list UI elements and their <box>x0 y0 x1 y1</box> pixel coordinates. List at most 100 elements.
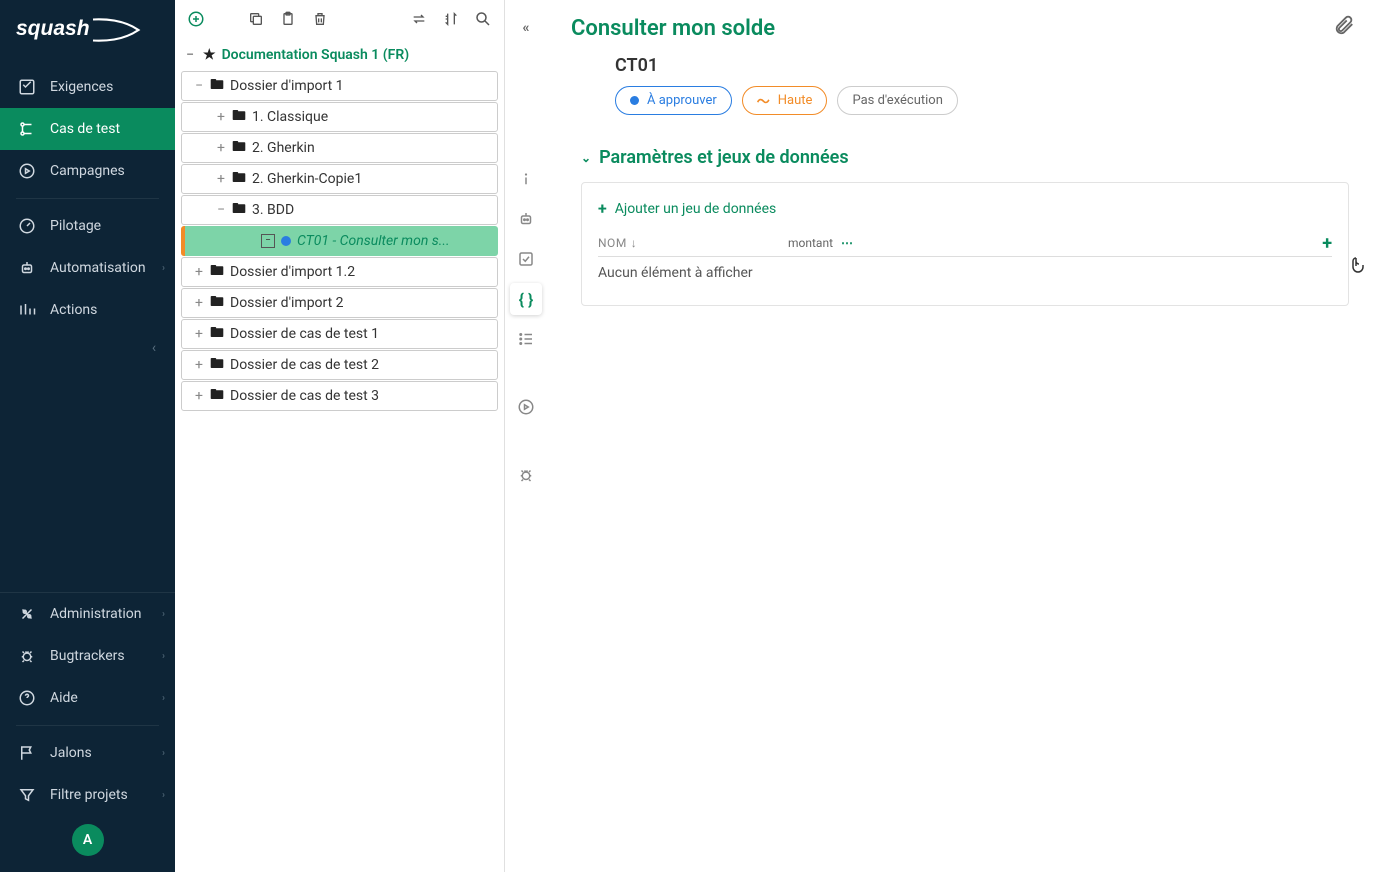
section-toggle[interactable]: ⌄ Paramètres et jeux de données <box>581 147 1349 168</box>
status-dot-icon <box>281 236 291 246</box>
priority-icon: 〜 <box>757 91 770 110</box>
folder-icon: 🖿 <box>232 105 246 129</box>
paste-button[interactable] <box>277 8 299 30</box>
execution-tab[interactable] <box>510 391 542 423</box>
avatar[interactable]: A <box>72 824 104 856</box>
column-more-button[interactable]: ⋯ <box>841 236 853 250</box>
column-nom[interactable]: NOM ↓ <box>598 236 788 250</box>
collapse-sidebar-icon[interactable]: ‹ <box>145 339 163 357</box>
collapse-panel-button[interactable]: « <box>510 12 542 44</box>
chevron-right-icon: › <box>162 651 165 662</box>
nav-administration[interactable]: Administration › <box>0 593 175 635</box>
tree-folder[interactable]: + 🖿 Dossier d'import 2 <box>181 288 498 318</box>
info-tab[interactable] <box>510 163 542 195</box>
star-icon: ★ <box>203 47 216 63</box>
tree-label: 1. Classique <box>252 109 491 125</box>
col-label: NOM <box>598 236 627 250</box>
page-title: Consulter mon solde <box>571 16 775 41</box>
copy-button[interactable] <box>245 8 267 30</box>
nav-label: Aide <box>50 690 78 706</box>
expand-icon[interactable]: + <box>192 327 206 341</box>
robot-tab[interactable] <box>510 203 542 235</box>
dot-icon <box>630 96 639 105</box>
tree-label: Dossier de cas de test 1 <box>230 326 491 342</box>
expand-icon[interactable]: + <box>214 110 228 124</box>
folder-icon: 🖿 <box>210 74 224 98</box>
steps-tab[interactable] <box>510 323 542 355</box>
nav-automatisation[interactable]: Automatisation › <box>0 247 175 289</box>
parameters-tab[interactable]: { } <box>510 283 542 315</box>
nav-label: Exigences <box>50 79 113 95</box>
tree-label: Documentation Squash 1 (FR) <box>222 47 492 63</box>
detail-tabs: « { } <box>505 0 547 872</box>
nav-label: Bugtrackers <box>50 648 125 664</box>
expand-icon[interactable]: + <box>192 265 206 279</box>
requirements-icon <box>18 78 36 96</box>
tree-label: CT01 - Consulter mon s... <box>297 233 492 249</box>
tree-folder[interactable]: + 🖿 Dossier de cas de test 2 <box>181 350 498 380</box>
chevron-right-icon: › <box>162 693 165 704</box>
add-dataset-button[interactable]: + Ajouter un jeu de données <box>598 199 1332 230</box>
nav-jalons[interactable]: Jalons › <box>0 732 175 774</box>
add-dataset-label: Ajouter un jeu de données <box>615 201 777 217</box>
plus-icon: + <box>598 199 607 218</box>
nav-exigences[interactable]: Exigences <box>0 66 175 108</box>
priority-badge[interactable]: 〜 Haute <box>742 86 828 115</box>
tree-panel: − ★ Documentation Squash 1 (FR) − 🖿 Doss… <box>175 0 505 872</box>
tree-label: Dossier d'import 1 <box>230 78 491 94</box>
folder-icon: 🖿 <box>232 167 246 191</box>
sort-button[interactable] <box>440 8 462 30</box>
delete-button[interactable] <box>309 8 331 30</box>
folder-icon: 🖿 <box>232 136 246 160</box>
swap-button[interactable] <box>408 8 430 30</box>
issues-tab[interactable] <box>510 459 542 491</box>
search-button[interactable] <box>472 8 494 30</box>
tree-folder[interactable]: + 🖿 2. Gherkin <box>181 133 498 163</box>
svg-text:squash: squash <box>16 17 90 40</box>
nav-campagnes[interactable]: Campagnes <box>0 150 175 192</box>
nav-cas-de-test[interactable]: Cas de test <box>0 108 175 150</box>
nav-filtre-projets[interactable]: Filtre projets › <box>0 774 175 816</box>
bug-icon <box>18 647 36 665</box>
tree-folder[interactable]: + 🖿 Dossier de cas de test 3 <box>181 381 498 411</box>
settings-icon <box>18 605 36 623</box>
tree-project[interactable]: − ★ Documentation Squash 1 (FR) <box>181 40 498 70</box>
datasets-card: + Ajouter un jeu de données NOM ↓ montan… <box>581 182 1349 306</box>
tree-label: Dossier d'import 1.2 <box>230 264 491 280</box>
tree-folder[interactable]: + 🖿 Dossier d'import 1.2 <box>181 257 498 287</box>
check-tab[interactable] <box>510 243 542 275</box>
status-badge[interactable]: À approuver <box>615 86 732 115</box>
tree-label: 3. BDD <box>252 202 491 218</box>
logo[interactable]: squash <box>0 0 175 66</box>
tree-folder[interactable]: − 🖿 Dossier d'import 1 <box>181 71 498 101</box>
nav-label: Jalons <box>50 745 92 761</box>
execution-badge[interactable]: Pas d'exécution <box>837 86 957 115</box>
badge-label: Pas d'exécution <box>852 93 942 108</box>
tree-label: Dossier d'import 2 <box>230 295 491 311</box>
nav-aide[interactable]: Aide › <box>0 677 175 719</box>
nav-bugtrackers[interactable]: Bugtrackers › <box>0 635 175 677</box>
expand-icon[interactable]: + <box>192 296 206 310</box>
column-montant[interactable]: montant <box>788 236 833 250</box>
expand-icon[interactable]: + <box>214 141 228 155</box>
tree-testcase[interactable]: − CT01 - Consulter mon s... <box>181 226 498 256</box>
tree-folder[interactable]: + 🖿 2. Gherkin-Copie1 <box>181 164 498 194</box>
expand-icon[interactable]: + <box>214 172 228 186</box>
collapse-icon[interactable]: − <box>192 79 206 93</box>
tree-folder[interactable]: + 🖿 Dossier de cas de test 1 <box>181 319 498 349</box>
collapse-icon[interactable]: − <box>183 48 197 62</box>
nav-pilotage[interactable]: Pilotage <box>0 205 175 247</box>
flag-icon <box>18 744 36 762</box>
nav-actions[interactable]: Actions <box>0 289 175 331</box>
tree-folder[interactable]: + 🖿 1. Classique <box>181 102 498 132</box>
add-column-button[interactable]: + <box>1322 233 1332 254</box>
nav-label: Cas de test <box>50 121 120 137</box>
collapse-icon[interactable]: − <box>214 203 228 217</box>
tree-folder[interactable]: − 🖿 3. BDD <box>181 195 498 225</box>
expand-icon[interactable]: + <box>192 358 206 372</box>
badge-label: Haute <box>778 93 813 108</box>
add-button[interactable] <box>185 8 207 30</box>
attachment-button[interactable] <box>1333 14 1355 36</box>
expand-icon[interactable]: + <box>192 389 206 403</box>
folder-icon: 🖿 <box>210 322 224 346</box>
